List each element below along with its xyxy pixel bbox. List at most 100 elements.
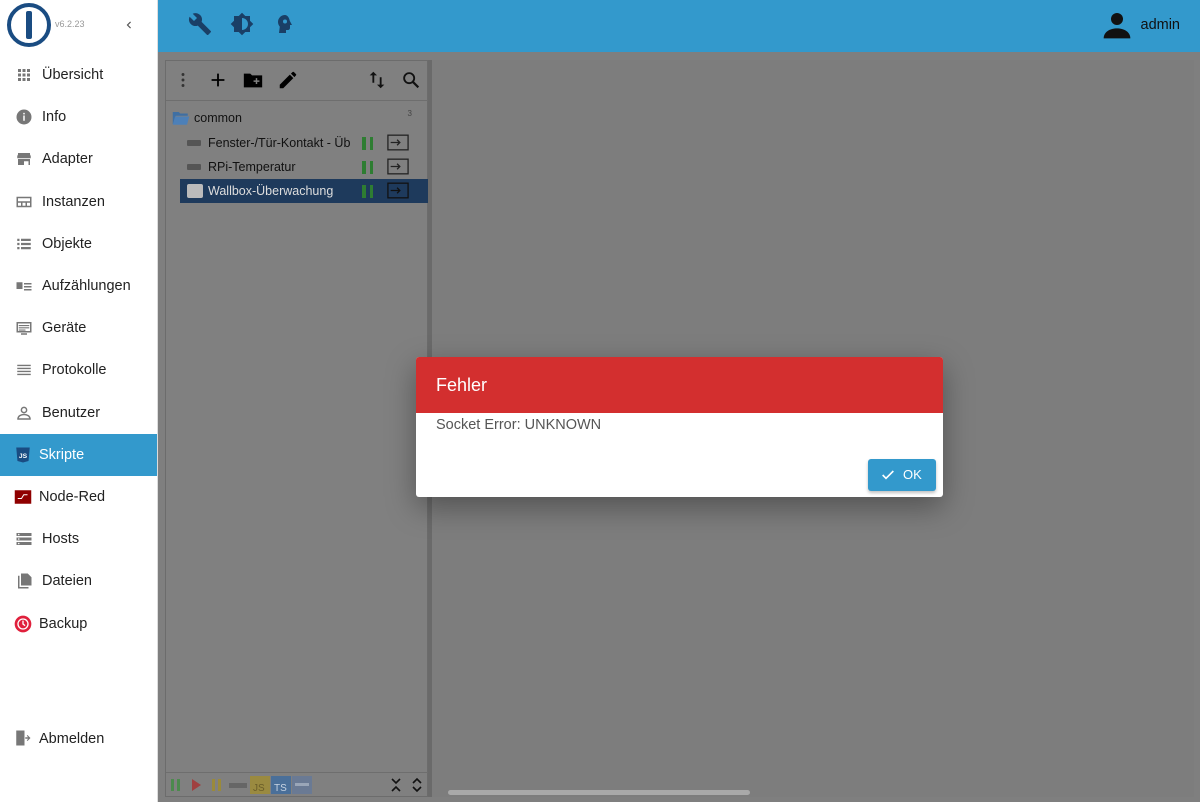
- sidebar-item-label: Benutzer: [42, 404, 101, 421]
- add-icon: [211, 73, 225, 87]
- javascript-filter-icon[interactable]: JS: [250, 776, 270, 794]
- brightness-icon: [230, 12, 254, 36]
- dialog-message: Socket Error: UNKNOWN: [436, 417, 602, 433]
- svg-text:JS: JS: [19, 453, 28, 460]
- check-icon: [882, 470, 894, 480]
- search-icon: [403, 72, 420, 89]
- sidebar-item-info[interactable]: Info: [0, 96, 157, 138]
- export-icon[interactable]: [387, 134, 409, 151]
- sidebar-item-benutzer[interactable]: Benutzer: [0, 392, 157, 434]
- user-menu[interactable]: admin: [1101, 8, 1181, 42]
- sidebar-item-label: Protokolle: [42, 362, 107, 379]
- pause-icon[interactable]: [362, 161, 373, 174]
- expand-all-icon[interactable]: [409, 776, 425, 794]
- export-icon[interactable]: [387, 158, 409, 175]
- folder-open-icon: [172, 112, 190, 125]
- sidebar-item-protokolle[interactable]: Protokolle: [0, 349, 157, 391]
- typescript-filter-icon[interactable]: TS: [271, 776, 291, 794]
- sidebar-item-adapter[interactable]: Adapter: [0, 138, 157, 180]
- play-icon[interactable]: [189, 776, 203, 794]
- script-row[interactable]: RPi-Temperatur: [180, 155, 429, 179]
- sidebar-item-dateien[interactable]: Dateien: [0, 560, 157, 602]
- sidebar-item-label: Aufzählungen: [42, 278, 131, 295]
- sort-button[interactable]: [366, 69, 388, 91]
- logout-button[interactable]: Abmelden: [0, 718, 157, 760]
- enum-icon: [16, 282, 32, 291]
- devices-icon: [16, 322, 32, 335]
- sidebar-item-hosts[interactable]: Hosts: [0, 518, 157, 560]
- info-icon: [16, 109, 32, 125]
- sidebar-item-aufzaehlungen[interactable]: Aufzählungen: [0, 265, 157, 307]
- grid-icon: [18, 69, 30, 82]
- sidebar-item-label: Übersicht: [42, 67, 104, 84]
- ok-button[interactable]: OK: [868, 459, 936, 491]
- chevron-left-icon: [126, 21, 131, 29]
- iobroker-logo: [7, 3, 51, 47]
- sidebar-item-skripte[interactable]: JS Skripte: [0, 433, 157, 476]
- pause-icon[interactable]: [362, 185, 373, 198]
- script-row[interactable]: Fenster-/Tür-Kontakt - Üb: [180, 131, 429, 155]
- tree-folder-common[interactable]: common 3: [172, 107, 427, 129]
- blockly-script-icon: [187, 140, 201, 146]
- logout-icon: [16, 730, 31, 746]
- expert-mode-icon: [278, 15, 292, 33]
- javascript-icon: JS: [16, 447, 30, 463]
- script-row-selected[interactable]: Wallbox-Überwachung: [180, 179, 429, 203]
- expert-mode-button[interactable]: [272, 12, 298, 38]
- sidebar-item-objekte[interactable]: Objekte: [0, 223, 157, 265]
- list-icon: [17, 238, 31, 250]
- add-script-button[interactable]: [207, 69, 229, 91]
- script-label: RPi-Temperatur: [208, 160, 296, 174]
- pause-filter-icon[interactable]: [210, 776, 224, 794]
- sidebar-item-uebersicht[interactable]: Übersicht: [0, 54, 157, 96]
- svg-text:TS: TS: [274, 783, 287, 794]
- backup-icon: [14, 615, 32, 632]
- horizontal-scrollbar[interactable]: [448, 790, 750, 795]
- pause-all-icon[interactable]: [169, 776, 183, 794]
- edit-button[interactable]: [277, 69, 299, 91]
- error-dialog: Fehler Socket Error: UNKNOWN OK: [416, 357, 943, 497]
- create-folder-icon: [243, 73, 263, 88]
- node-red-icon: [14, 490, 32, 504]
- wrench-icon: [188, 13, 211, 35]
- files-icon: [18, 573, 32, 589]
- add-folder-button[interactable]: [242, 69, 264, 91]
- top-bar: admin: [158, 0, 1200, 52]
- export-icon[interactable]: [387, 182, 409, 199]
- user-icon: [17, 406, 31, 420]
- script-label: Wallbox-Überwachung: [208, 184, 334, 198]
- theme-toggle-button[interactable]: [230, 12, 256, 38]
- sidebar-item-label: Adapter: [42, 151, 93, 168]
- more-vert-icon: [181, 73, 185, 87]
- collapse-all-icon[interactable]: [388, 776, 404, 794]
- sidebar-item-label: Node-Red: [39, 488, 106, 505]
- sidebar-item-node-red[interactable]: Node-Red: [0, 476, 157, 518]
- settings-button[interactable]: [188, 12, 214, 38]
- hosts-icon: [16, 533, 32, 546]
- account-icon: [1103, 13, 1130, 39]
- collapse-sidebar-button[interactable]: [120, 14, 138, 36]
- sidebar: v6.2.23 Übersicht Info Adapter Instanzen…: [0, 0, 158, 802]
- folder-count: 3: [407, 109, 412, 118]
- sidebar-item-geraete[interactable]: Geräte: [0, 307, 157, 349]
- sidebar-item-label: Hosts: [42, 531, 80, 548]
- search-button[interactable]: [400, 69, 422, 91]
- instances-icon: [16, 196, 32, 207]
- sidebar-item-label: Instanzen: [42, 193, 105, 210]
- logo-area: v6.2.23: [0, 0, 158, 52]
- sidebar-item-instanzen[interactable]: Instanzen: [0, 181, 157, 223]
- pause-icon[interactable]: [362, 137, 373, 150]
- sidebar-item-label: Info: [42, 109, 67, 126]
- sidebar-item-label: Skripte: [39, 446, 85, 463]
- dialog-header: [416, 357, 943, 413]
- log-icon: [17, 365, 31, 376]
- blockly-filter-icon[interactable]: [228, 776, 248, 794]
- ok-label: OK: [903, 467, 922, 482]
- version-label: v6.2.23: [55, 19, 85, 29]
- sidebar-item-backup[interactable]: Backup: [0, 602, 157, 644]
- rules-filter-icon[interactable]: [292, 776, 312, 794]
- sidebar-item-label: Objekte: [42, 235, 92, 252]
- more-options-button[interactable]: [172, 69, 194, 91]
- sidebar-item-label: Dateien: [42, 573, 92, 590]
- user-name: admin: [1140, 17, 1181, 33]
